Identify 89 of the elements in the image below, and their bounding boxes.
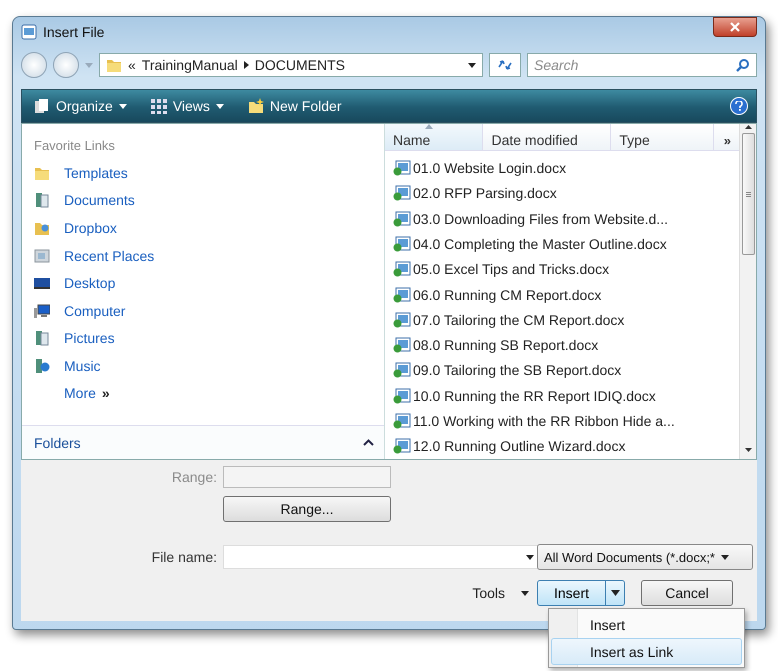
file-item[interactable]: 05.0 Excel Tips and Tricks.docx [393, 256, 739, 282]
caret-icon [721, 554, 729, 560]
scroll-down-icon [744, 448, 752, 453]
more-columns-button[interactable]: » [714, 124, 739, 150]
library-icon [34, 192, 50, 208]
document-icon [393, 185, 411, 202]
menu-button[interactable]: Views [146, 96, 228, 116]
document-icon [393, 160, 411, 176]
sidebar-item[interactable]: Desktop [28, 269, 122, 297]
file-item[interactable]: 12.0 Running Outline Wizard.docx [393, 434, 739, 459]
file-item[interactable]: 02.0 RFP Parsing.docx [393, 180, 739, 206]
column-header[interactable]: Date modified [483, 124, 612, 150]
separator-icon [244, 61, 249, 69]
sidebar-item[interactable]: Music [28, 352, 107, 380]
document-icon [393, 236, 411, 252]
file-item[interactable]: 11.0 Working with the RR Ribbon Hide a... [393, 408, 739, 434]
sidebar-item[interactable]: Computer [28, 296, 132, 325]
caret-icon [85, 62, 93, 68]
close-icon [730, 22, 740, 32]
help-button[interactable] [730, 97, 748, 115]
file-name-label: File name: [150, 549, 218, 565]
document-icon [393, 261, 411, 278]
folder-icon [106, 57, 122, 73]
caret-icon [468, 62, 476, 68]
file-item[interactable]: 04.0 Completing the Master Outline.docx [393, 231, 739, 257]
forward-button[interactable] [53, 52, 79, 78]
insert-split-button[interactable]: Insert [537, 580, 625, 606]
close-button[interactable] [713, 17, 757, 37]
folders-header[interactable]: Folders [34, 434, 81, 450]
collapse-icon [363, 439, 374, 446]
file-item[interactable]: 09.0 Tailoring the SB Report.docx [393, 358, 739, 384]
sidebar-item[interactable]: Dropbox [28, 214, 123, 242]
document-icon [393, 286, 411, 303]
document-icon [393, 438, 411, 454]
document-icon [393, 388, 411, 404]
document-icon [393, 413, 411, 430]
pages-icon [34, 98, 50, 114]
column-header[interactable]: Type [611, 124, 714, 150]
music-icon [34, 358, 50, 374]
file-item[interactable]: 01.0 Website Login.docx [393, 155, 739, 181]
document-icon [393, 337, 411, 354]
column-header[interactable]: Name [385, 124, 484, 150]
sidebar-item[interactable]: Pictures [28, 324, 121, 352]
back-button[interactable] [21, 52, 47, 78]
path-segment[interactable]: TrainingManual [142, 57, 238, 73]
more-link[interactable]: More [64, 384, 96, 401]
file-item[interactable]: 07.0 Tailoring the CM Report.docx [393, 307, 739, 333]
address-bar[interactable]: « TrainingManual DOCUMENTS [99, 53, 483, 77]
search-icon [736, 58, 750, 72]
grid-icon [150, 98, 167, 114]
desktop-icon [34, 275, 50, 292]
help-icon [735, 101, 743, 111]
scrollbar-thumb[interactable] [742, 133, 754, 255]
caret-icon [521, 590, 529, 596]
new-folder-icon [248, 98, 264, 114]
search-field[interactable]: Search [527, 53, 757, 77]
sidebar-item[interactable]: Recent Places [28, 242, 160, 270]
window-title: Insert File [43, 24, 104, 40]
caret-icon [118, 104, 127, 108]
computer-icon [34, 302, 50, 319]
menu-item[interactable]: Insert [551, 611, 742, 638]
document-icon [393, 210, 411, 227]
library-icon [34, 330, 50, 346]
caret-icon [610, 590, 620, 596]
refresh-button[interactable] [489, 53, 521, 77]
file-item[interactable]: 06.0 Running CM Report.docx [393, 282, 739, 308]
range-label: Range: [170, 469, 218, 485]
file-item[interactable]: 03.0 Downloading Files from Website.d... [393, 206, 739, 232]
file-item[interactable]: 10.0 Running the RR Report IDIQ.docx [393, 383, 739, 408]
path-segment[interactable]: DOCUMENTS [254, 57, 346, 73]
document-icon [393, 362, 411, 378]
tools-menu[interactable]: Tools [468, 585, 533, 601]
caret-icon [216, 104, 224, 108]
sidebar-item[interactable]: Templates [28, 159, 134, 187]
recent-places-icon [34, 248, 50, 264]
chevron-glyph[interactable]: » [102, 384, 110, 401]
cancel-button[interactable]: Cancel [641, 580, 733, 606]
section-heading: Favorite Links [33, 137, 116, 155]
menu-item[interactable]: Insert as Link [551, 638, 742, 665]
refresh-icon [497, 59, 513, 71]
file-type-dropdown[interactable]: All Word Documents (*.docx;* [537, 544, 753, 570]
caret-icon [526, 554, 534, 560]
sidebar-item[interactable]: Documents [28, 186, 141, 214]
toolbar-button[interactable]: New Folder [244, 96, 346, 116]
menu-button[interactable]: Organize [30, 96, 131, 116]
path-prefix[interactable]: « [128, 57, 136, 73]
document-icon [393, 312, 411, 328]
app-icon [21, 24, 37, 40]
file-item[interactable]: 08.0 Running SB Report.docx [393, 332, 739, 358]
